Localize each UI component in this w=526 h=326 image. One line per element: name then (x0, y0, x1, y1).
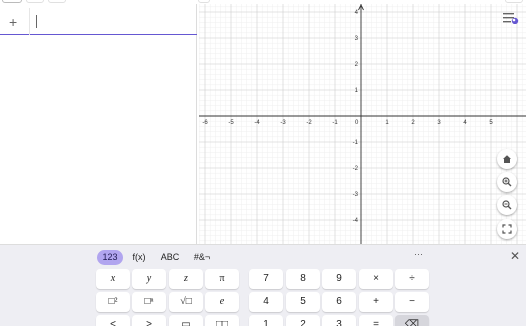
tab-functions[interactable]: f(x) (128, 250, 150, 265)
key-greater-than[interactable]: > (132, 315, 166, 326)
menu-button[interactable] (2, 0, 22, 3)
graphics-view[interactable]: -6 -5 -4 -3 -2 -1 0 1 2 3 4 5 4 3 2 1 -1 -2 -3 -4 (199, 4, 526, 244)
algebra-input-row[interactable]: + (0, 8, 197, 35)
key-3[interactable]: 3 (322, 315, 356, 326)
home-icon[interactable] (497, 149, 517, 169)
key-multiply[interactable]: × (359, 269, 393, 289)
zoom-in-icon[interactable] (497, 172, 517, 192)
key-pi[interactable]: π (205, 269, 239, 289)
key-6[interactable]: 6 (322, 292, 356, 312)
x-tick-label: 3 (437, 120, 441, 126)
x-tick-label: 4 (463, 120, 467, 126)
tab-symbols[interactable]: #&¬ (190, 250, 214, 265)
text-caret (36, 15, 37, 28)
toolbar-button[interactable] (48, 0, 66, 3)
key-y[interactable]: y (132, 269, 166, 289)
key-2[interactable]: 2 (286, 315, 320, 326)
y-tick-label: 4 (355, 10, 359, 16)
x-tick-label: 1 (385, 120, 389, 126)
tab-letters[interactable]: ABC (157, 250, 183, 265)
x-tick-label: 5 (489, 120, 493, 126)
divider (29, 8, 30, 35)
x-tick-label: -5 (228, 120, 234, 126)
key-equals[interactable]: = (359, 315, 393, 326)
y-tick-label: 2 (355, 62, 359, 68)
fullscreen-icon[interactable] (497, 219, 517, 239)
y-tick-label: 3 (355, 36, 359, 42)
key-power[interactable]: □ⁿ (132, 292, 166, 312)
y-tick-label: -3 (353, 192, 359, 198)
more-options-icon[interactable]: ··· (414, 249, 423, 259)
key-1[interactable]: 1 (249, 315, 283, 326)
key-fraction[interactable]: ▭ (169, 315, 203, 326)
key-mixed-fraction[interactable]: □□ (205, 315, 239, 326)
x-tick-label: 0 (355, 120, 359, 126)
x-tick-label: -3 (280, 120, 286, 126)
x-tick-label: -6 (202, 120, 208, 126)
add-icon[interactable]: + (9, 12, 17, 32)
key-8[interactable]: 8 (286, 269, 320, 289)
key-e[interactable]: e (205, 292, 239, 312)
algebra-view: + (0, 4, 197, 244)
x-tick-label: -2 (306, 120, 312, 126)
toolbar-button[interactable] (26, 0, 44, 3)
style-bar-icon[interactable] (502, 10, 520, 25)
key-z[interactable]: z (169, 269, 203, 289)
backspace-icon[interactable]: ⌫ (395, 315, 429, 326)
x-tick-label: -1 (332, 120, 338, 126)
close-keyboard-icon[interactable]: ✕ (510, 249, 520, 263)
key-4[interactable]: 4 (249, 292, 283, 312)
graph-canvas[interactable]: -6 -5 -4 -3 -2 -1 0 1 2 3 4 5 4 3 2 1 -1 -2 -3 -4 (199, 4, 526, 244)
virtual-keyboard: 123 f(x) ABC #&¬ ··· ✕ x y z π 7 8 9 × ÷… (0, 244, 526, 326)
key-less-than[interactable]: < (96, 315, 130, 326)
y-tick-label: -4 (353, 218, 359, 224)
x-tick-label: -4 (254, 120, 260, 126)
key-5[interactable]: 5 (286, 292, 320, 312)
key-divide[interactable]: ÷ (395, 269, 429, 289)
geogebra-app: + -6 -5 -4 -3 -2 -1 0 1 2 3 4 5 4 3 2 1 -1 -2 -3 -4 (0, 0, 526, 326)
zoom-out-icon[interactable] (497, 195, 517, 215)
toolbar-button[interactable] (198, 0, 210, 3)
y-tick-label: -1 (353, 140, 359, 146)
y-tick-label: -2 (353, 166, 359, 172)
key-plus[interactable]: + (359, 292, 393, 312)
x-tick-label: 2 (411, 120, 415, 126)
y-tick-label: 1 (355, 88, 359, 94)
key-7[interactable]: 7 (249, 269, 283, 289)
key-minus[interactable]: − (395, 292, 429, 312)
key-sqrt[interactable]: √□ (169, 292, 203, 312)
toolbar-button[interactable] (505, 0, 523, 3)
key-9[interactable]: 9 (322, 269, 356, 289)
key-square[interactable]: □² (96, 292, 130, 312)
key-x[interactable]: x (96, 269, 130, 289)
tab-numbers[interactable]: 123 (97, 250, 123, 265)
